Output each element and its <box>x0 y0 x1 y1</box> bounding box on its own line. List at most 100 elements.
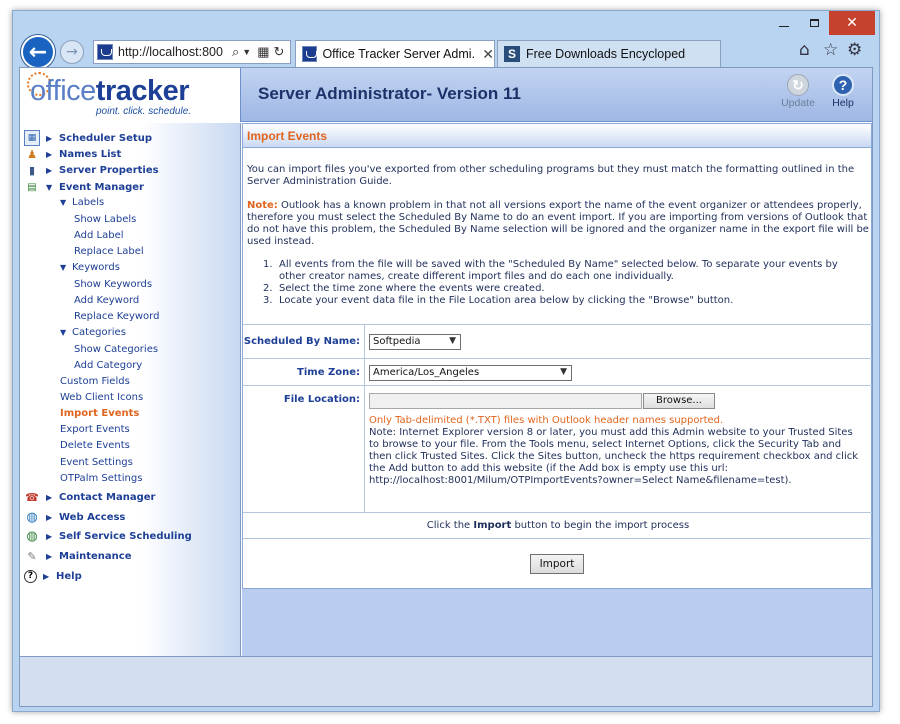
sidebar-item-contact-manager[interactable]: ☎ ▶ Contact Manager <box>20 489 155 505</box>
time-zone-label: Time Zone: <box>243 359 365 385</box>
sidebar-group-keywords[interactable]: ▼ Keywords <box>60 260 120 275</box>
home-icon[interactable]: ⌂ <box>799 40 810 60</box>
event-calendar-icon: ▤ <box>27 181 37 193</box>
import-instruction: Click the Import button to begin the imp… <box>243 512 872 539</box>
close-window-button[interactable]: ✕ <box>829 11 875 35</box>
update-button[interactable]: ↻ Update <box>778 74 818 109</box>
sidebar-item-add-label[interactable]: Add Label <box>74 228 124 243</box>
address-bar[interactable]: http://localhost:800 ⌕ ▼ ▦ ↻ <box>93 40 291 64</box>
tab-office-tracker[interactable]: Office Tracker Server Admi... ✕ <box>295 40 495 67</box>
globe-icon: ◍ <box>26 509 38 525</box>
sidebar-item-maintenance[interactable]: ✎ ▶ Maintenance <box>20 548 131 564</box>
sidebar-item-show-keywords[interactable]: Show Keywords <box>74 277 152 292</box>
outlook-note: Note: Outlook has a known problem in tha… <box>247 200 869 247</box>
officetracker-logo: officetracker <box>30 75 190 107</box>
dropdown-icon[interactable]: ▼ <box>242 47 251 57</box>
help-button[interactable]: ? Help <box>823 74 863 109</box>
sidebar-item-server-properties[interactable]: ▮ ▶ Server Properties <box>20 162 159 178</box>
expand-arrow-icon: ▶ <box>46 165 53 175</box>
sidebar-item-add-keyword[interactable]: Add Keyword <box>74 293 139 308</box>
panel-title: Import Events <box>243 124 871 148</box>
sidebar-group-categories[interactable]: ▼ Categories <box>60 325 126 340</box>
sidebar-item-help[interactable]: ? ▶ Help <box>20 568 82 584</box>
tab-free-downloads[interactable]: S Free Downloads Encyclopedia <box>497 40 721 67</box>
settings-gear-icon[interactable]: ⚙ <box>847 40 862 60</box>
app-header: officetracker point. click. schedule. Se… <box>20 68 872 122</box>
expand-arrow-icon: ▶ <box>46 551 53 561</box>
browser-window: ✕ ← → http://localhost:800 ⌕ ▼ ▦ ↻ Offic… <box>12 10 880 712</box>
step-item: 1. All events from the file will be saved… <box>263 259 838 282</box>
scheduled-by-select[interactable]: Softpedia ▼ <box>369 334 461 350</box>
tab-label: Free Downloads Encyclopedia <box>526 47 686 61</box>
sidebar-item-delete-events[interactable]: Delete Events <box>60 438 130 453</box>
expand-arrow-icon: ▶ <box>46 512 53 522</box>
step-item: 3. Locate your event data file in the Fil… <box>263 295 734 306</box>
sidebar-item-web-client-icons[interactable]: Web Client Icons <box>60 390 143 405</box>
step-item: 2. Select the time zone where the events … <box>263 283 545 294</box>
page-viewport: officetracker point. click. schedule. Se… <box>19 67 873 707</box>
refresh-icon[interactable]: ↻ <box>274 44 285 60</box>
compatibility-icon[interactable]: ▦ <box>257 44 269 60</box>
wrench-icon: ✎ <box>27 549 37 563</box>
close-tab-icon[interactable]: ✕ <box>482 46 494 63</box>
scheduled-by-label: Scheduled By Name: <box>243 325 365 358</box>
collapse-arrow-icon: ▼ <box>60 263 67 272</box>
help-label: Help <box>832 97 854 109</box>
sidebar-nav: ▦ ▶ Scheduler Setup ♟ ▶ Names List ▮ ▶ S… <box>20 123 241 656</box>
maximize-button[interactable] <box>799 11 829 35</box>
back-arrow-icon: ← <box>28 39 48 65</box>
favorites-star-icon[interactable]: ☆ <box>823 40 838 60</box>
sidebar-item-replace-keyword[interactable]: Replace Keyword <box>74 309 159 324</box>
expand-arrow-icon: ▶ <box>46 133 53 143</box>
page-footer <box>20 656 872 706</box>
browse-button[interactable]: Browse... <box>643 393 715 409</box>
sidebar-item-export-events[interactable]: Export Events <box>60 422 130 437</box>
sidebar-item-web-access[interactable]: ◍ ▶ Web Access <box>20 509 125 525</box>
main-content: Import Events You can import files you'v… <box>242 123 872 656</box>
sidebar-item-otpalm-settings[interactable]: OTPalm Settings <box>60 471 142 486</box>
time-zone-row: Time Zone: America/Los_Angeles ▼ <box>243 359 872 386</box>
logo-area: officetracker point. click. schedule. <box>20 68 241 122</box>
update-label: Update <box>781 97 815 109</box>
expand-arrow-icon: ▶ <box>46 531 53 541</box>
update-icon: ↻ <box>787 74 809 96</box>
sidebar-item-event-manager[interactable]: ▤ ▼ Event Manager <box>20 179 144 195</box>
sidebar-item-names-list[interactable]: ♟ ▶ Names List <box>20 146 121 162</box>
contact-book-icon: ☎ <box>25 490 39 504</box>
sidebar-item-replace-label[interactable]: Replace Label <box>74 244 144 259</box>
logo-tagline: point. click. schedule. <box>96 106 192 117</box>
forward-button[interactable]: → <box>60 40 84 64</box>
people-icon: ♟ <box>27 147 37 161</box>
sidebar-item-add-category[interactable]: Add Category <box>74 358 142 373</box>
sidebar-item-custom-fields[interactable]: Custom Fields <box>60 374 130 389</box>
back-button[interactable]: ← <box>21 35 55 69</box>
collapse-arrow-icon: ▼ <box>60 328 67 337</box>
scheduled-by-row: Scheduled By Name: Softpedia ▼ <box>243 325 872 359</box>
ie-trusted-sites-note: Note: Internet Explorer version 8 or lat… <box>369 427 859 486</box>
site-favicon-icon <box>97 44 113 60</box>
server-icon: ▮ <box>28 163 36 177</box>
sidebar-item-show-labels[interactable]: Show Labels <box>74 212 136 227</box>
help-icon: ? <box>832 74 854 96</box>
file-location-row: File Location: Browse... Only Tab-delimi… <box>243 386 872 513</box>
file-location-label: File Location: <box>243 386 365 512</box>
sidebar-group-labels[interactable]: ▼ Labels <box>60 195 104 210</box>
sidebar-item-scheduler-setup[interactable]: ▦ ▶ Scheduler Setup <box>20 130 152 146</box>
browser-navbar: ← → http://localhost:800 ⌕ ▼ ▦ ↻ Office … <box>13 35 879 69</box>
import-button[interactable]: Import <box>530 554 584 574</box>
sidebar-item-self-service-scheduling[interactable]: ◍ ▶ Self Service Scheduling <box>20 528 191 544</box>
sidebar-item-show-categories[interactable]: Show Categories <box>74 342 158 357</box>
collapse-arrow-icon: ▼ <box>46 182 53 192</box>
calendar-grid-icon: ▦ <box>24 130 40 146</box>
minimize-button[interactable] <box>769 11 799 35</box>
file-path-input[interactable] <box>369 393 642 409</box>
page-title: Server Administrator- Version 11 <box>258 84 521 103</box>
address-url[interactable]: http://localhost:800 <box>118 45 226 59</box>
minimize-icon <box>779 25 789 27</box>
search-icon[interactable]: ⌕ <box>232 44 239 60</box>
time-zone-select[interactable]: America/Los_Angeles ▼ <box>369 365 572 381</box>
sidebar-item-import-events[interactable]: Import Events <box>60 406 139 421</box>
softpedia-favicon-icon: S <box>504 46 520 62</box>
sidebar-item-event-settings[interactable]: Event Settings <box>60 455 133 470</box>
globe-user-icon: ◍ <box>26 528 38 544</box>
